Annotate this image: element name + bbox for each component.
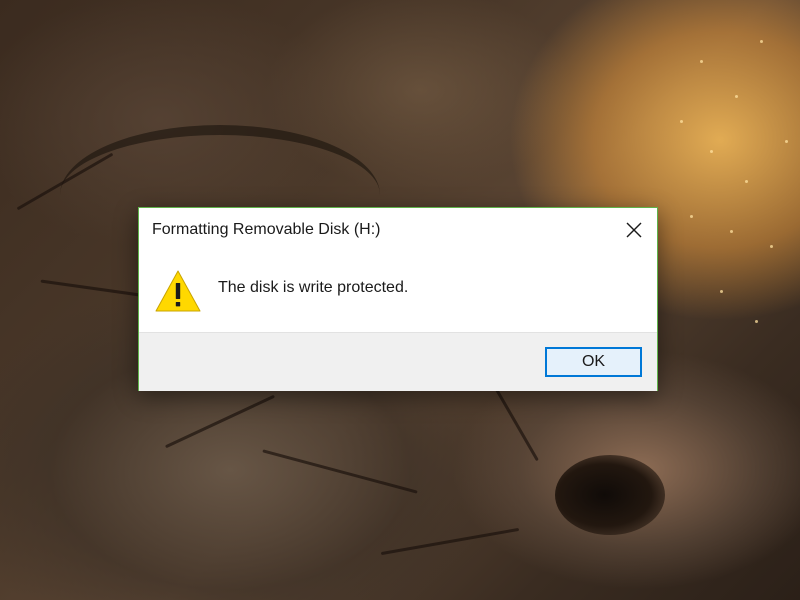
dialog-title: Formatting Removable Disk (H:) [152, 221, 381, 238]
background-crack [164, 394, 276, 449]
background-crack [491, 381, 539, 462]
dialog-titlebar[interactable]: Formatting Removable Disk (H:) [139, 208, 657, 252]
background-particle [680, 120, 683, 123]
dialog-content: The disk is write protected. [139, 252, 657, 332]
background-particle [755, 320, 758, 323]
background-particle [745, 180, 748, 183]
message-box-dialog: Formatting Removable Disk (H:) The disk … [138, 207, 658, 391]
background-crack [380, 527, 520, 556]
background-particle [735, 95, 738, 98]
background-particle [720, 290, 723, 293]
background-particle [760, 40, 763, 43]
background-particle [700, 60, 703, 63]
background-particle [710, 150, 713, 153]
dialog-button-bar: OK [139, 332, 657, 391]
ok-button[interactable]: OK [545, 347, 642, 377]
background-particle [770, 245, 773, 248]
dialog-message: The disk is write protected. [218, 279, 409, 296]
background-particle [730, 230, 733, 233]
background-particle [785, 140, 788, 143]
close-button[interactable] [611, 210, 657, 250]
background-particle [690, 215, 693, 218]
background-shadow-region [555, 455, 665, 535]
background-crack [262, 449, 418, 494]
warning-icon [155, 270, 201, 312]
close-icon [626, 222, 642, 238]
